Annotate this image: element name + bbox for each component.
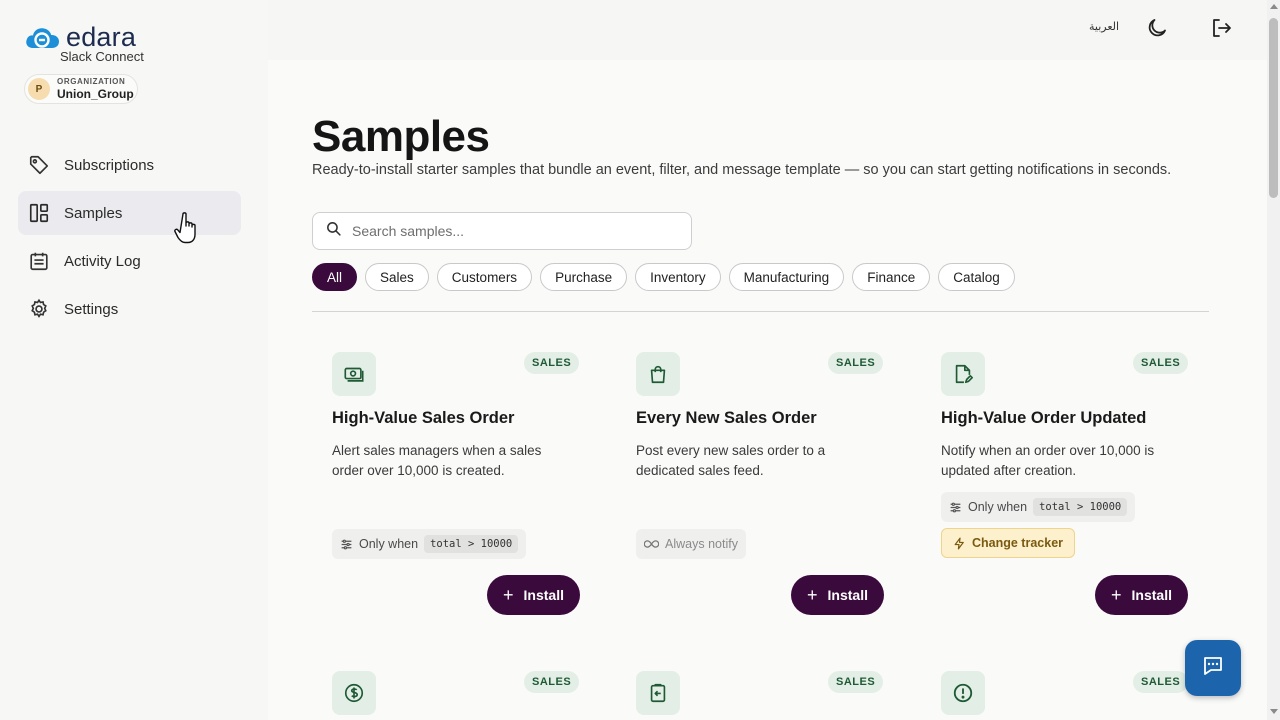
category-badge: SALES bbox=[524, 671, 580, 693]
category-badge: SALES bbox=[1133, 352, 1189, 374]
sidebar: edara Slack Connect P ORGANIZATION Union… bbox=[0, 0, 268, 720]
filter-chip-catalog[interactable]: Catalog bbox=[938, 263, 1015, 291]
lightning-icon bbox=[953, 536, 966, 550]
clipboard-return-icon bbox=[636, 671, 680, 715]
chat-icon bbox=[1201, 654, 1225, 683]
sidebar-item-samples[interactable]: Samples bbox=[18, 191, 241, 235]
cloud-logo-icon bbox=[26, 27, 59, 48]
card-title: High-Value Sales Order bbox=[332, 409, 515, 427]
logout-icon[interactable] bbox=[1209, 16, 1233, 40]
condition-tag: Only when total > 10000 bbox=[941, 492, 1136, 522]
condition-label: Only when bbox=[359, 537, 419, 551]
card-title: Every New Sales Order bbox=[636, 409, 817, 427]
sample-card: SALES bbox=[941, 671, 1201, 720]
chat-button[interactable] bbox=[1185, 640, 1241, 696]
sidebar-nav: Subscriptions Samples Activity Log Setti… bbox=[18, 143, 241, 335]
org-avatar: P bbox=[28, 78, 50, 100]
install-label: Install bbox=[523, 587, 564, 603]
language-switch[interactable]: العربية bbox=[1089, 20, 1119, 33]
sidebar-item-label: Activity Log bbox=[64, 252, 141, 270]
tag-icon bbox=[28, 154, 50, 176]
dashboard-icon bbox=[28, 202, 50, 224]
hand-cursor-icon bbox=[174, 212, 196, 244]
plus-icon: + bbox=[1111, 585, 1122, 605]
install-button[interactable]: + Install bbox=[1095, 575, 1188, 615]
shopping-bag-icon bbox=[636, 352, 680, 396]
dollar-circle-icon bbox=[332, 671, 376, 715]
page-title: Samples bbox=[312, 112, 490, 161]
condition-tag: Only when total > 10000 bbox=[332, 529, 527, 559]
tracker-label: Change tracker bbox=[972, 536, 1064, 550]
organization-switcher[interactable]: P ORGANIZATION Union_Group bbox=[24, 74, 138, 104]
filter-chip-finance[interactable]: Finance bbox=[852, 263, 931, 291]
search-icon bbox=[325, 220, 342, 242]
install-label: Install bbox=[1131, 587, 1172, 603]
page-scrollbar[interactable] bbox=[1267, 0, 1280, 720]
scroll-down-arrow-icon[interactable] bbox=[1270, 709, 1278, 714]
sample-card: SALES High-Value Sales Order Alert sales… bbox=[332, 352, 592, 617]
category-badge: SALES bbox=[828, 671, 884, 693]
gear-icon bbox=[28, 298, 50, 320]
search-box[interactable] bbox=[312, 212, 692, 250]
sidebar-item-label: Samples bbox=[64, 204, 123, 222]
scroll-up-arrow-icon[interactable] bbox=[1270, 4, 1278, 9]
org-label: ORGANIZATION bbox=[57, 77, 126, 86]
condition-tag: Always notify bbox=[636, 529, 746, 559]
condition-label: Always notify bbox=[665, 537, 738, 551]
moon-icon[interactable] bbox=[1145, 16, 1169, 40]
install-button[interactable]: + Install bbox=[487, 575, 580, 615]
sidebar-item-settings[interactable]: Settings bbox=[18, 287, 241, 331]
org-name: Union_Group bbox=[57, 87, 134, 101]
filter-chip-all[interactable]: All bbox=[312, 263, 358, 291]
sidebar-item-label: Subscriptions bbox=[64, 156, 155, 174]
category-badge: SALES bbox=[828, 352, 884, 374]
alert-circle-icon bbox=[941, 671, 985, 715]
calendar-list-icon bbox=[28, 250, 50, 272]
sidebar-item-subscriptions[interactable]: Subscriptions bbox=[18, 143, 241, 187]
sample-card: SALES High-Value Order Updated Notify wh… bbox=[941, 352, 1201, 617]
filter-chip-customers[interactable]: Customers bbox=[436, 263, 533, 291]
sliders-icon bbox=[340, 538, 353, 551]
sample-card: SALES bbox=[332, 671, 592, 720]
filter-chip-purchase[interactable]: Purchase bbox=[540, 263, 628, 291]
money-icon bbox=[332, 352, 376, 396]
sidebar-item-activity-log[interactable]: Activity Log bbox=[18, 239, 241, 283]
sample-card: SALES Every New Sales Order Post every n… bbox=[636, 352, 896, 617]
condition-code: total > 10000 bbox=[424, 535, 519, 553]
category-badge: SALES bbox=[1133, 671, 1189, 693]
install-label: Install bbox=[827, 587, 868, 603]
scrollbar-thumb[interactable] bbox=[1269, 18, 1278, 198]
brand-subtitle: Slack Connect bbox=[60, 49, 144, 64]
filter-chips: All Sales Customers Purchase Inventory M… bbox=[312, 263, 1023, 291]
change-tracker-badge: Change tracker bbox=[941, 528, 1076, 558]
plus-icon: + bbox=[807, 585, 818, 605]
condition-label: Only when bbox=[968, 500, 1028, 514]
divider bbox=[312, 311, 1209, 312]
card-title: High-Value Order Updated bbox=[941, 409, 1147, 427]
search-input[interactable] bbox=[352, 223, 672, 239]
sliders-icon bbox=[949, 501, 962, 514]
install-button[interactable]: + Install bbox=[791, 575, 884, 615]
filter-chip-inventory[interactable]: Inventory bbox=[635, 263, 721, 291]
card-description: Post every new sales order to a dedicate… bbox=[636, 443, 826, 478]
filter-chip-manufacturing[interactable]: Manufacturing bbox=[728, 263, 845, 291]
plus-icon: + bbox=[503, 585, 514, 605]
page-description: Ready-to-install starter samples that bu… bbox=[312, 162, 1172, 178]
sidebar-item-label: Settings bbox=[64, 300, 119, 318]
infinity-icon bbox=[644, 538, 659, 550]
sample-card: SALES bbox=[636, 671, 896, 720]
document-edit-icon bbox=[941, 352, 985, 396]
filter-chip-sales[interactable]: Sales bbox=[365, 263, 429, 291]
card-description: Notify when an order over 10,000 is upda… bbox=[941, 443, 1155, 478]
category-badge: SALES bbox=[524, 352, 580, 374]
card-description: Alert sales managers when a sales order … bbox=[332, 443, 542, 478]
condition-code: total > 10000 bbox=[1033, 498, 1128, 516]
